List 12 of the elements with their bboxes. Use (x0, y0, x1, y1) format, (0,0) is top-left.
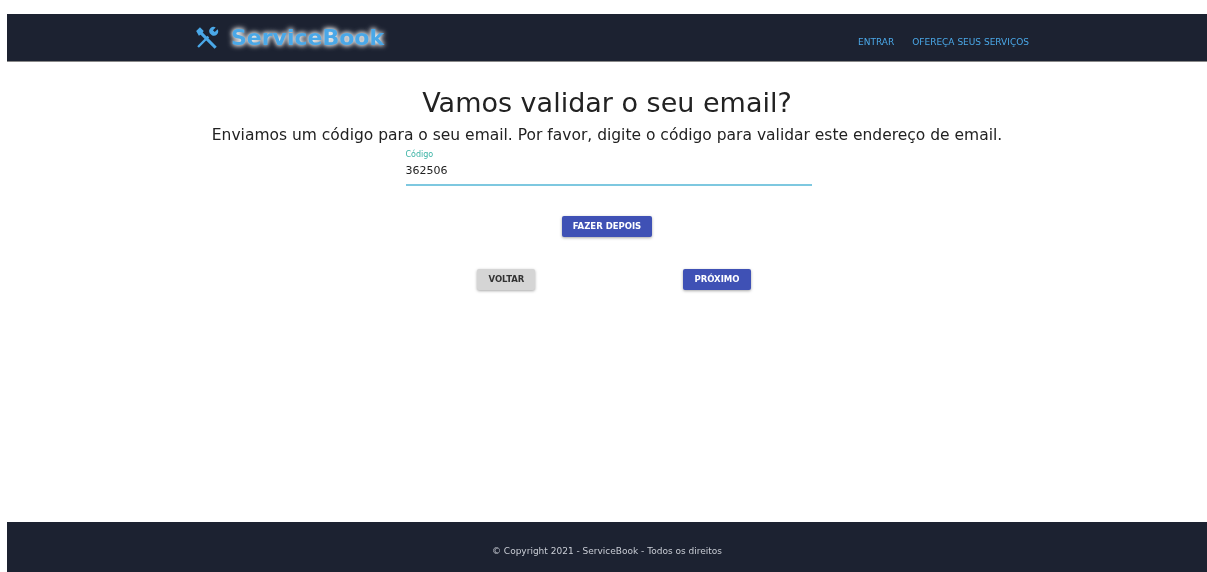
nav-link[interactable]: ENTRAR (857, 35, 895, 50)
nav-link[interactable]: OFEREÇA SEUS SERVIÇOS (912, 35, 1029, 50)
action-button[interactable]: VOLTAR (477, 268, 536, 290)
logo-text[interactable]: ServiceBook (231, 21, 385, 54)
action-button[interactable]: FAZER DEPOIS (561, 215, 653, 237)
action-button[interactable]: PRÓXIMO (683, 268, 751, 290)
field-label: Código (405, 149, 434, 162)
copyright-text: © Copyright 2021 - ServiceBook - Todos os direitos (492, 545, 722, 559)
page-title: Vamos validar o seu email? (422, 86, 792, 120)
tools-icon (193, 24, 221, 51)
page-subtitle: Enviamos um código para o seu email. Por favor, digite o código para validar este endereço de email. (211, 125, 1003, 146)
code-field[interactable]: 362506 (405, 163, 812, 186)
